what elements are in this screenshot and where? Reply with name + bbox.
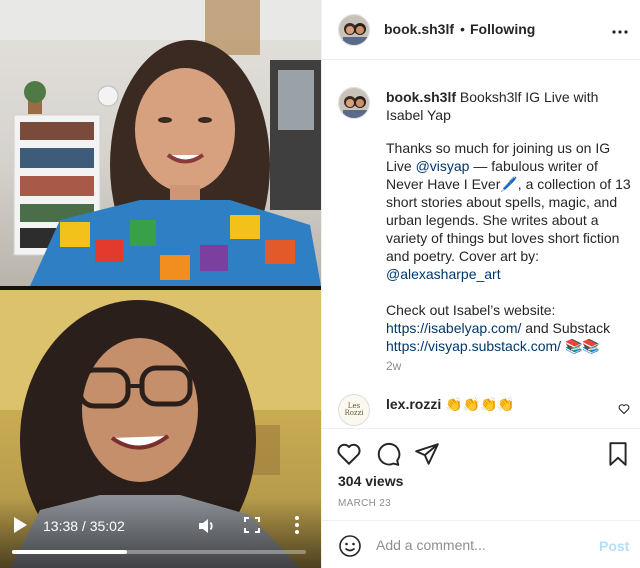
caption-area: book.sh3lf Booksh3lf IG Live with Isabel… — [322, 60, 640, 428]
caption-body: Thanks so much for joining us on IG Live… — [386, 139, 634, 373]
post-header: book.sh3lf • Following — [322, 0, 640, 60]
header-username[interactable]: book.sh3lf — [384, 21, 454, 37]
mention-link[interactable]: @alexasharpe_art — [386, 266, 501, 282]
post-panel: book.sh3lf • Following book.sh3lf Booksh… — [321, 0, 640, 568]
video-progress-bar[interactable] — [12, 550, 306, 554]
view-count[interactable]: 304 views — [338, 473, 403, 489]
post-age[interactable]: 2w — [386, 359, 401, 373]
add-comment-bar: Post — [322, 520, 640, 568]
comment-like-icon[interactable] — [618, 402, 630, 415]
post-button[interactable]: Post — [599, 538, 629, 554]
bookmark-icon[interactable] — [605, 441, 631, 467]
volume-icon[interactable] — [197, 516, 217, 536]
post-actions: 304 views MARCH 23 — [322, 428, 640, 516]
share-icon[interactable] — [414, 441, 440, 467]
heart-icon[interactable] — [336, 441, 362, 467]
video-player[interactable]: 13:38 / 35:02 — [0, 0, 321, 568]
comment: lex.rozzi 👏👏👏👏 — [386, 396, 515, 413]
separator-dot: • — [460, 21, 465, 37]
caption-paragraph: Thanks so much for joining us on IG Live… — [386, 139, 634, 283]
avatar[interactable] — [338, 87, 370, 119]
speaker-one-image — [0, 0, 321, 286]
fullscreen-icon[interactable] — [244, 517, 260, 533]
caption-heading: book.sh3lf Booksh3lf IG Live with Isabel… — [386, 88, 626, 124]
comment-icon[interactable] — [375, 441, 401, 467]
caption-username[interactable]: book.sh3lf — [386, 89, 456, 105]
comment-username[interactable]: lex.rozzi — [386, 396, 441, 412]
substack-link[interactable]: https://visyap.substack.com/ — [386, 338, 561, 354]
caption-text: 📚📚 — [561, 338, 600, 354]
video-pane-top — [0, 0, 321, 286]
more-horizontal-icon[interactable] — [612, 22, 628, 34]
emoji-icon[interactable] — [338, 534, 362, 558]
website-link[interactable]: https://isabelyap.com/ — [386, 320, 521, 336]
following-button[interactable]: Following — [470, 21, 535, 37]
more-vertical-icon[interactable] — [292, 515, 302, 535]
avatar[interactable] — [338, 14, 370, 46]
comment-input[interactable] — [376, 533, 586, 557]
comment-text: 👏👏👏👏 — [445, 396, 515, 412]
play-icon[interactable] — [12, 515, 30, 535]
post-date: MARCH 23 — [338, 498, 391, 509]
caption-text: and Substack — [521, 320, 611, 336]
video-progress-fill — [12, 550, 127, 554]
comment-avatar[interactable]: Les Rozzi — [338, 394, 370, 426]
caption-paragraph: Check out Isabel’s website: https://isabe… — [386, 301, 634, 355]
caption-text: Check out Isabel’s website: — [386, 302, 556, 318]
mention-link[interactable]: @visyap — [416, 158, 470, 174]
video-time: 13:38 / 35:02 — [43, 518, 125, 534]
